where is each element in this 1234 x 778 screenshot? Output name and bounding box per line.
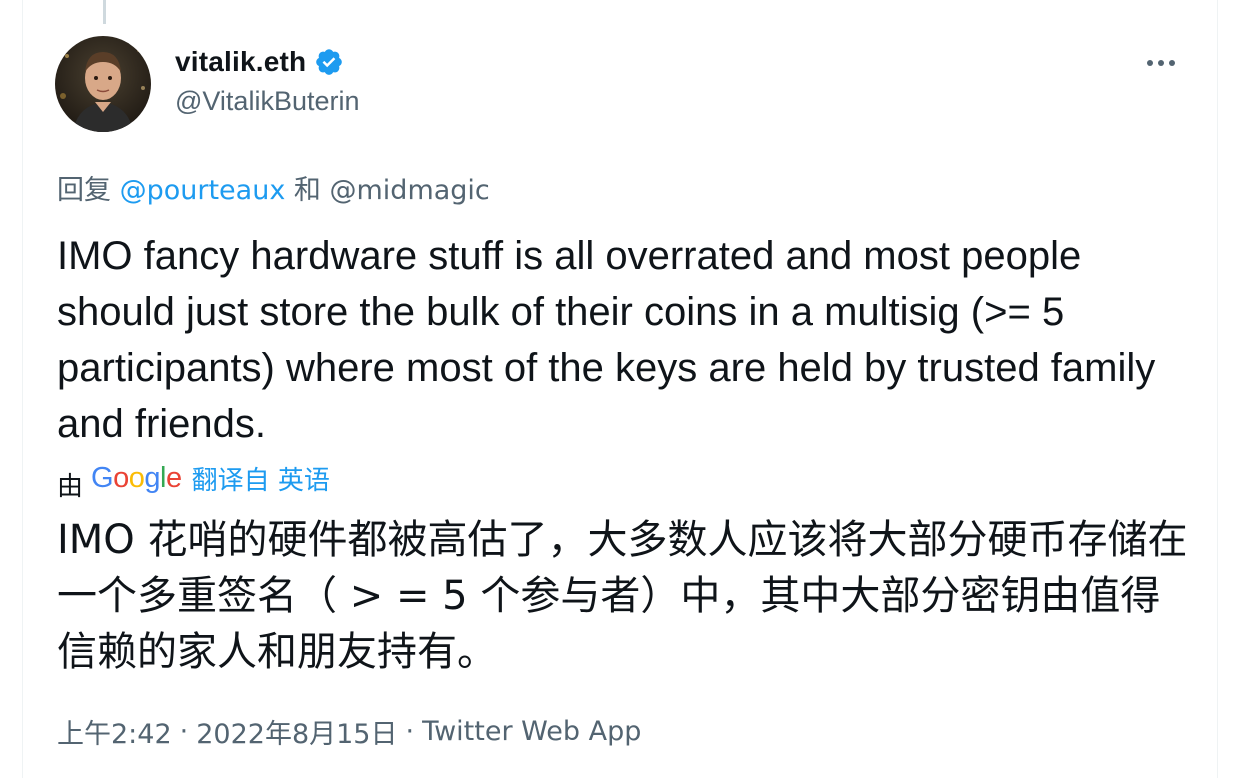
meta-separator: ·	[405, 716, 415, 747]
tweet-text: IMO fancy hardware stuff is all overrate…	[57, 234, 1156, 446]
translated-from-link[interactable]: 翻译自 英语	[192, 460, 330, 497]
tweet-time[interactable]: 上午2:42	[57, 712, 172, 751]
thread-connector-line	[103, 0, 106, 24]
mention-link-pourteaux[interactable]: @pourteaux	[120, 175, 286, 206]
translation-attribution: 由 Google 翻译自 英语	[57, 460, 330, 502]
mention-midmagic[interactable]: @midmagic	[330, 175, 490, 206]
meta-separator: ·	[179, 716, 189, 747]
tweet-source[interactable]: Twitter Web App	[422, 716, 641, 747]
google-logo: Google	[91, 462, 182, 494]
avatar-image	[55, 36, 151, 132]
author-display-name[interactable]: vitalik.eth	[175, 46, 306, 78]
author-name-row[interactable]: vitalik.eth	[175, 44, 344, 80]
tweet-metadata: 上午2:42 · 2022年8月15日 · Twitter Web App	[57, 712, 641, 751]
more-dot	[1158, 60, 1164, 66]
translation-by-label: 由	[57, 472, 84, 502]
verified-badge-icon	[316, 49, 343, 75]
more-dot	[1147, 60, 1153, 66]
author-handle[interactable]: @VitalikButerin	[175, 86, 360, 117]
reply-conjunction: 和	[293, 175, 321, 206]
avatar[interactable]	[55, 36, 151, 132]
reply-context: 回复 @pourteaux 和 @midmagic	[57, 168, 490, 207]
reply-prefix: 回复	[57, 175, 111, 206]
tweet-card: vitalik.eth @VitalikButerin 回复 @pourteau…	[22, 0, 1218, 778]
translated-tweet-text: IMO 花哨的硬件都被高估了，大多数人应该将大部分硬币存储在一个多重签名（ > …	[57, 517, 1188, 675]
more-options-icon[interactable]	[1141, 48, 1181, 78]
more-dot	[1169, 60, 1175, 66]
tweet-date[interactable]: 2022年8月15日	[196, 712, 397, 751]
